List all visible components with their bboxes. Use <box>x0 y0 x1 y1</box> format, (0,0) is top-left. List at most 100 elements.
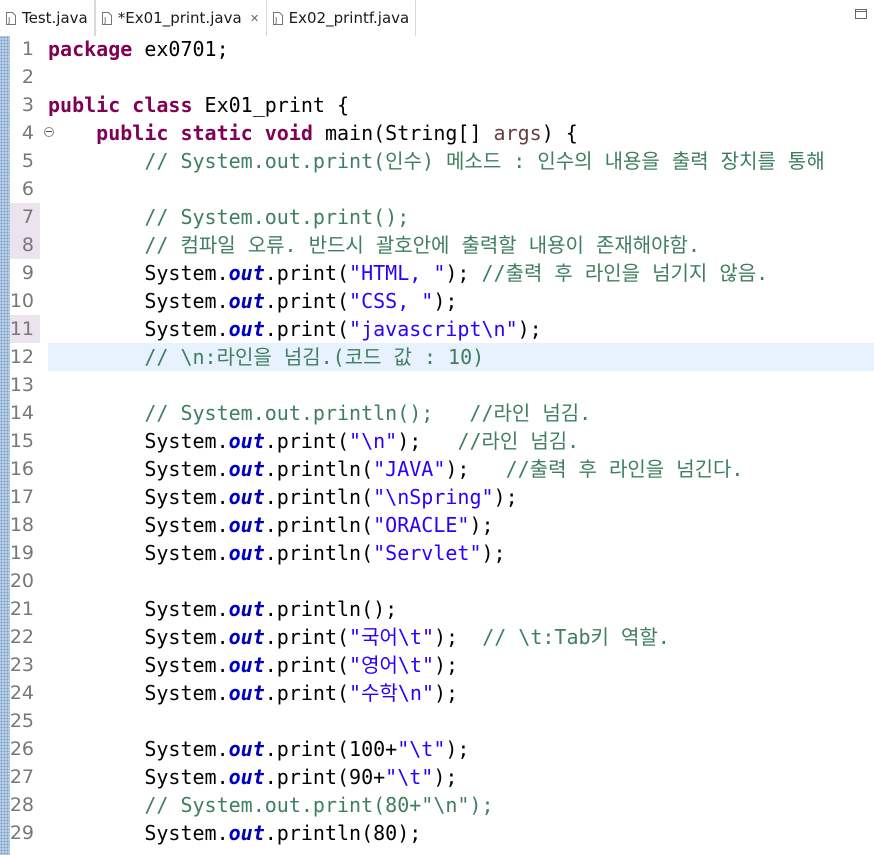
code-line[interactable]: 14 // System.out.println(); //라인 넘김. <box>10 399 874 427</box>
code-line[interactable]: 21 System.out.println(); <box>10 595 874 623</box>
code-token: "JAVA" <box>373 457 446 481</box>
code-text[interactable]: System.out.print(100+"\t"); <box>48 735 874 763</box>
code-text[interactable]: package ex0701; <box>48 36 874 63</box>
code-text[interactable] <box>48 371 874 399</box>
code-token: "Servlet" <box>373 541 482 565</box>
code-token: "수학\n" <box>349 681 435 705</box>
line-number: 21 <box>9 598 34 620</box>
svg-text:J: J <box>7 16 10 25</box>
code-text[interactable]: System.out.println("ORACLE"); <box>48 511 874 539</box>
code-text[interactable] <box>48 567 874 595</box>
line-gutter: 14 <box>10 399 40 427</box>
tab-test-java[interactable]: J Test.java <box>0 0 95 36</box>
code-line[interactable]: 9 System.out.print("HTML, "); //출력 후 라인을… <box>10 259 874 287</box>
code-line[interactable]: 28 // System.out.print(80+"\n"); <box>10 791 874 819</box>
tab-ex01-print-java[interactable]: J *Ex01_print.java ✕ <box>94 0 267 36</box>
code-line[interactable]: 7 // System.out.print(); <box>10 203 874 231</box>
code-token: out <box>228 681 265 705</box>
code-token: .print( <box>264 625 350 649</box>
code-token: out <box>228 597 265 621</box>
code-text[interactable]: System.out.print("CSS, "); <box>48 287 874 315</box>
code-text[interactable] <box>48 63 874 91</box>
code-token: "HTML, " <box>349 261 446 285</box>
code-line[interactable]: 19 System.out.println("Servlet"); <box>10 539 874 567</box>
code-text[interactable]: System.out.print("javascript\n"); <box>48 315 874 343</box>
code-line[interactable]: 22 System.out.print("국어\t"); // \t:Tab키 … <box>10 623 874 651</box>
code-text[interactable]: System.out.println(80); <box>48 819 874 847</box>
code-text[interactable] <box>48 707 874 735</box>
line-number: 1 <box>21 38 34 60</box>
code-line[interactable]: 23 System.out.print("영어\t"); <box>10 651 874 679</box>
code-line[interactable]: 25 <box>10 707 874 735</box>
code-text[interactable]: // System.out.print(인수) 메소드 : 인수의 내용을 출력… <box>48 147 874 175</box>
code-text[interactable]: System.out.println("\nSpring"); <box>48 483 874 511</box>
code-line[interactable]: 5 // System.out.print(인수) 메소드 : 인수의 내용을 … <box>10 147 874 175</box>
code-line[interactable]: 27 System.out.print(90+"\t"); <box>10 763 874 791</box>
code-line[interactable]: 17 System.out.println("\nSpring"); <box>10 483 874 511</box>
code-text[interactable]: // System.out.print(80+"\n"); <box>48 791 874 819</box>
code-text[interactable]: // System.out.println(); //라인 넘김. <box>48 399 874 427</box>
code-line[interactable]: 2 <box>10 63 874 91</box>
line-number: 28 <box>9 794 34 816</box>
code-line[interactable]: 3 public class Ex01_print { <box>10 91 874 119</box>
code-text[interactable]: public class Ex01_print { <box>48 91 874 119</box>
line-number: 20 <box>9 570 34 592</box>
tab-label: Test.java <box>22 9 88 27</box>
code-token: main(String[] <box>312 121 494 145</box>
code-text[interactable]: System.out.print("수학\n"); <box>48 679 874 707</box>
code-line[interactable]: 11 System.out.print("javascript\n"); <box>10 315 874 343</box>
code-line[interactable]: 24 System.out.print("수학\n"); <box>10 679 874 707</box>
code-line[interactable]: 12 // \n:라인을 넘김.(코드 값 : 10) <box>10 343 874 371</box>
code-text[interactable]: System.out.print(90+"\t"); <box>48 763 874 791</box>
code-line[interactable]: 20 <box>10 567 874 595</box>
code-text[interactable]: System.out.print("국어\t"); // \t:Tab키 역할. <box>48 623 874 651</box>
code-line[interactable]: 10 System.out.print("CSS, "); <box>10 287 874 315</box>
tab-ex02-printf-java[interactable]: J Ex02_printf.java <box>267 0 417 36</box>
code-text[interactable]: // 컴파일 오류. 반드시 괄호안에 출력할 내용이 존재해야함. <box>48 231 874 259</box>
code-line[interactable]: 16 System.out.println("JAVA"); //출력 후 라인… <box>10 455 874 483</box>
line-number: 11 <box>9 318 34 340</box>
line-gutter: 3 <box>10 91 40 119</box>
code-token: out <box>228 289 265 313</box>
code-text[interactable]: public static void main(String[] args) { <box>48 119 874 147</box>
code-line[interactable]: 13 <box>10 371 874 399</box>
line-number: 16 <box>9 458 34 480</box>
code-line[interactable]: 4 public static void main(String[] args)… <box>10 119 874 147</box>
close-icon[interactable]: ✕ <box>250 12 260 25</box>
line-gutter: 6 <box>10 175 40 203</box>
code-text[interactable]: System.out.print("\n"); //라인 넘김. <box>48 427 874 455</box>
code-token: .println(80); <box>264 821 422 845</box>
code-token: Ex01_print { <box>192 93 350 117</box>
code-line[interactable]: 26 System.out.print(100+"\t"); <box>10 735 874 763</box>
code-text[interactable]: // \n:라인을 넘김.(코드 값 : 10) <box>48 343 874 371</box>
code-token: System. <box>48 289 229 313</box>
maximize-icon[interactable] <box>852 5 870 23</box>
code-token: "\t" <box>397 737 446 761</box>
line-gutter: 7 <box>10 203 40 231</box>
code-token: out <box>228 653 265 677</box>
code-token: // 컴파일 오류. 반드시 괄호안에 출력할 내용이 존재해야함. <box>48 233 700 257</box>
line-number: 24 <box>9 682 34 704</box>
code-line[interactable]: 18 System.out.println("ORACLE"); <box>10 511 874 539</box>
code-text[interactable]: System.out.println("Servlet"); <box>48 539 874 567</box>
tab-label: Ex02_printf.java <box>288 9 410 27</box>
tab-label: *Ex01_print.java <box>117 9 242 27</box>
line-gutter: 13 <box>10 371 40 399</box>
code-token: ); <box>434 625 483 649</box>
code-text[interactable]: // System.out.print(); <box>48 203 874 231</box>
code-text[interactable]: System.out.println("JAVA"); //출력 후 라인을 넘… <box>48 455 874 483</box>
code-text[interactable]: System.out.print("HTML, "); //출력 후 라인을 넘… <box>48 259 874 287</box>
code-text[interactable]: System.out.println(); <box>48 595 874 623</box>
code-line[interactable]: 29 System.out.println(80); <box>10 819 874 847</box>
code-editor[interactable]: 1 package ex0701; 2 3 public class Ex01_prin… <box>0 36 874 855</box>
line-number: 29 <box>9 822 34 844</box>
code-text[interactable]: System.out.print("영어\t"); <box>48 651 874 679</box>
code-token: //출력 후 라인을 넘긴다. <box>505 457 744 481</box>
line-gutter: 26 <box>10 735 40 763</box>
code-line[interactable]: 6 <box>10 175 874 203</box>
code-line[interactable]: 8 // 컴파일 오류. 반드시 괄호안에 출력할 내용이 존재해야함. <box>10 231 874 259</box>
code-token: out <box>228 765 265 789</box>
code-line[interactable]: 15 System.out.print("\n"); //라인 넘김. <box>10 427 874 455</box>
code-line[interactable]: 1 package ex0701; <box>10 36 874 63</box>
code-text[interactable] <box>48 175 874 203</box>
